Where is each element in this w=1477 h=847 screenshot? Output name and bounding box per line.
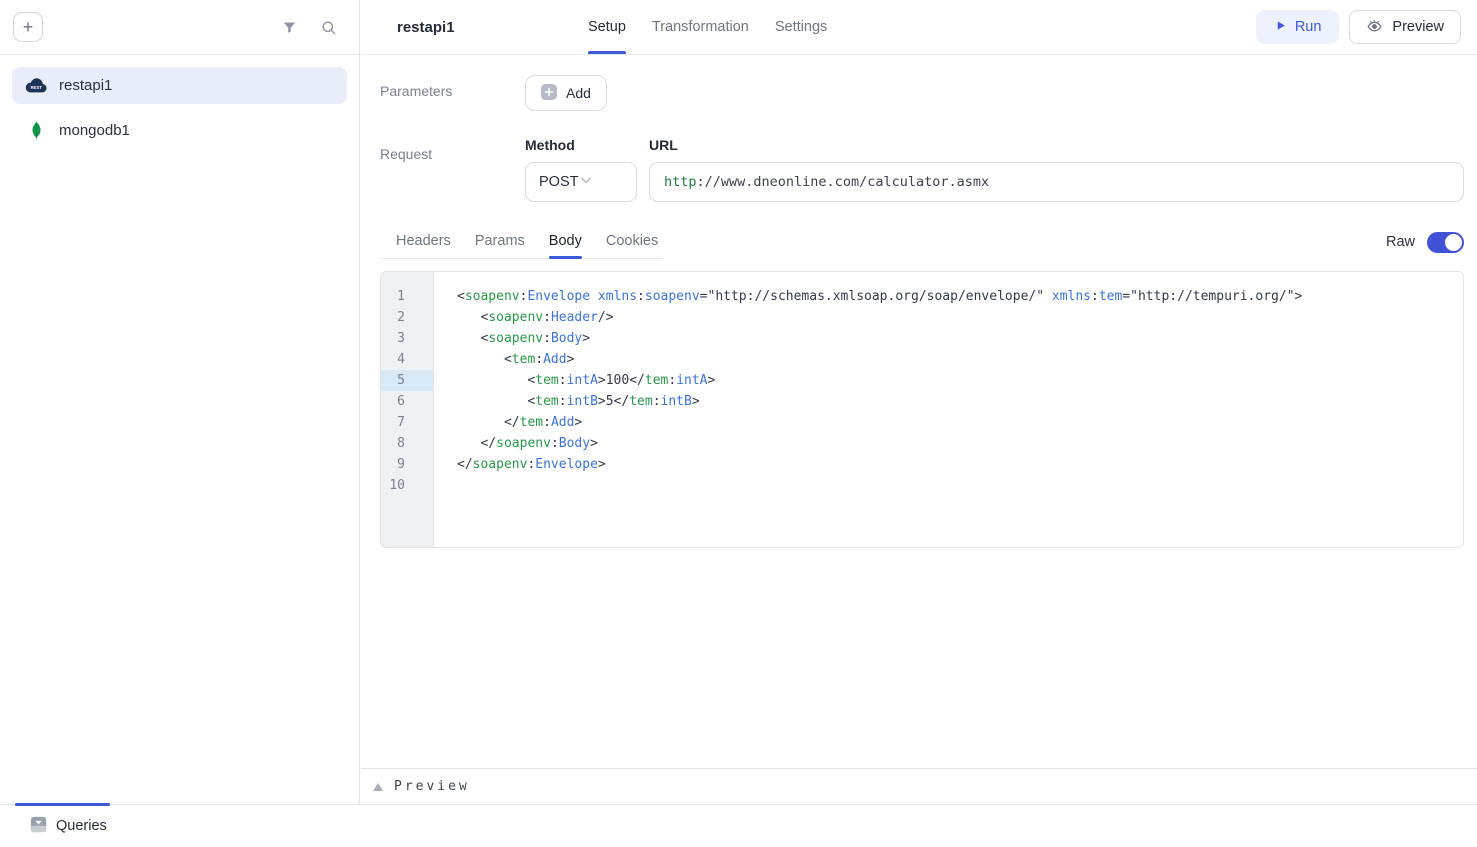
code-editor[interactable]: 12345678910 <soapenv:Envelope xmlns:soap… — [380, 271, 1464, 548]
code-line: </tem:Add> — [457, 412, 1455, 433]
code-line: <tem:intA>100</tem:intA> — [457, 370, 1455, 391]
app-window: + REST restapi1 mongodb1 restapi1 Setup Tra… — [0, 0, 1477, 847]
setup-panel: Parameters Add Request Method POST — [361, 55, 1477, 548]
code-line: <soapenv:Envelope xmlns:soapenv="http://… — [457, 286, 1455, 307]
request-label: Request — [380, 137, 525, 202]
body-tab-params[interactable]: Params — [475, 229, 525, 258]
sidebar-item-label: mongodb1 — [59, 122, 130, 139]
queries-tab[interactable]: Queries — [30, 805, 107, 847]
preview-button[interactable]: Preview — [1349, 10, 1461, 44]
line-number: 10 — [381, 475, 433, 496]
body-tab-cookies[interactable]: Cookies — [606, 229, 658, 258]
tab-transformation[interactable]: Transformation — [652, 0, 749, 54]
code-line: <soapenv:Header/> — [457, 307, 1455, 328]
filter-icon[interactable] — [281, 19, 298, 36]
method-label: Method — [525, 137, 637, 153]
code-line: </soapenv:Body> — [457, 433, 1455, 454]
line-number: 7 — [381, 412, 433, 433]
line-number: 4 — [381, 349, 433, 370]
main-panel: restapi1 Setup Transformation Settings Run… — [361, 0, 1477, 804]
sidebar-item-mongodb1[interactable]: mongodb1 — [12, 112, 347, 149]
header-tabs: Setup Transformation Settings — [588, 0, 827, 54]
body-tabs: Headers Params Body Cookies — [380, 229, 663, 259]
raw-label: Raw — [1386, 234, 1415, 250]
topbar: restapi1 Setup Transformation Settings Run… — [361, 0, 1477, 55]
play-icon — [1274, 19, 1287, 36]
body-tab-headers[interactable]: Headers — [396, 229, 451, 258]
eye-icon — [1366, 17, 1383, 38]
editor-gutter: 12345678910 — [381, 272, 434, 547]
bottom-bar: Queries — [0, 804, 1477, 847]
sidebar: + REST restapi1 mongodb1 — [0, 0, 360, 804]
line-number: 6 — [381, 391, 433, 412]
raw-toggle[interactable] — [1427, 232, 1464, 253]
preview-panel-label: Preview — [394, 779, 470, 794]
tab-settings[interactable]: Settings — [775, 0, 827, 54]
code-line: <tem:Add> — [457, 349, 1455, 370]
preview-expander[interactable]: Preview — [361, 768, 1477, 804]
line-number: 2 — [381, 307, 433, 328]
page-title: restapi1 — [397, 19, 455, 36]
sidebar-toolbar: + — [0, 0, 359, 55]
query-list: REST restapi1 mongodb1 — [0, 55, 359, 169]
code-line — [457, 475, 1455, 496]
rest-api-icon: REST — [24, 77, 48, 94]
sidebar-item-restapi1[interactable]: REST restapi1 — [12, 67, 347, 104]
line-number: 8 — [381, 433, 433, 454]
mongodb-icon — [24, 121, 48, 141]
add-parameter-button[interactable]: Add — [525, 75, 607, 111]
code-line: <tem:intB>5</tem:intB> — [457, 391, 1455, 412]
svg-text:REST: REST — [31, 85, 43, 90]
chevron-up-icon — [373, 778, 383, 796]
line-number: 1 — [381, 286, 433, 307]
plus-square-icon — [541, 84, 557, 103]
code-line: </soapenv:Envelope> — [457, 454, 1455, 475]
chevron-down-icon — [578, 172, 594, 192]
body-tab-body[interactable]: Body — [549, 229, 582, 258]
method-select[interactable]: POST — [525, 162, 637, 202]
queries-icon — [30, 816, 47, 837]
add-query-button[interactable]: + — [13, 12, 43, 42]
url-label: URL — [649, 137, 1464, 153]
parameters-label: Parameters — [380, 75, 525, 111]
sidebar-item-label: restapi1 — [59, 77, 112, 94]
tab-setup[interactable]: Setup — [588, 0, 626, 54]
line-number: 5 — [381, 370, 433, 391]
line-number: 3 — [381, 328, 433, 349]
url-input[interactable]: http://www.dneonline.com/calculator.asmx — [649, 162, 1464, 202]
run-button[interactable]: Run — [1256, 10, 1340, 44]
editor-code[interactable]: <soapenv:Envelope xmlns:soapenv="http://… — [434, 272, 1463, 547]
search-icon[interactable] — [320, 19, 337, 36]
line-number: 9 — [381, 454, 433, 475]
code-line: <soapenv:Body> — [457, 328, 1455, 349]
